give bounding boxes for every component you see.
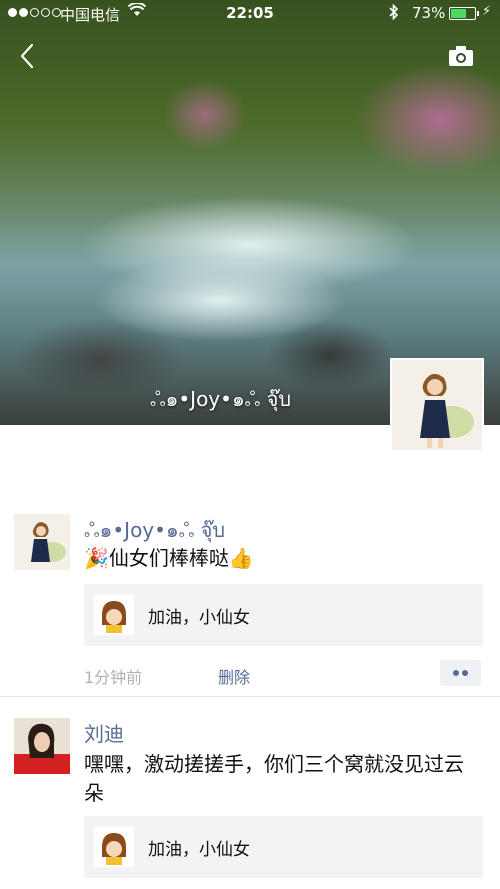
charging-icon: ⚡: [482, 4, 492, 19]
post-timestamp: 1分钟前: [84, 668, 143, 687]
post-author[interactable]: 刘迪: [84, 718, 124, 747]
battery-percent: 73%: [412, 4, 446, 22]
dot-icon: [462, 670, 468, 676]
more-options-button[interactable]: [440, 660, 481, 686]
post-author[interactable]: ஃ๑•Joy•๑ஃ จุ๊บ: [84, 514, 225, 546]
divider: [0, 696, 500, 697]
back-button[interactable]: [14, 40, 42, 72]
girl-illustration-avatar: [14, 514, 70, 570]
cartoon-girl-icon: [94, 827, 134, 867]
comment-thumbnail: [94, 595, 134, 635]
battery-icon: [449, 7, 479, 20]
avatar[interactable]: [14, 718, 70, 774]
camera-icon: [449, 46, 473, 66]
delete-link[interactable]: 删除: [218, 664, 250, 688]
post-attachment[interactable]: 加油，小仙女: [84, 816, 483, 878]
girl-illustration-avatar: [392, 360, 482, 450]
post-text: 🎉仙女们棒棒哒👍: [84, 546, 254, 570]
woman-photo-avatar: [14, 718, 70, 774]
camera-button[interactable]: [447, 44, 475, 68]
status-bar: 中国电信 22:05 73% ⚡: [0, 0, 500, 28]
avatar[interactable]: [14, 514, 70, 570]
comment-thumbnail: [94, 827, 134, 867]
bluetooth-icon: [388, 3, 399, 24]
attachment-text: 加油，小仙女: [148, 608, 250, 628]
post-attachment[interactable]: 加油，小仙女: [84, 584, 483, 646]
post-text: 嘿嘿，激动搓搓手，你们三个窝就没见过云朵: [84, 752, 464, 805]
profile-avatar[interactable]: [390, 358, 484, 452]
attachment-text: 加油，小仙女: [148, 840, 250, 860]
profile-name: ஃ๑•Joy•๑ஃ จุ๊บ: [150, 387, 292, 411]
chevron-left-icon: [20, 43, 34, 69]
dot-icon: [453, 670, 459, 676]
cartoon-girl-icon: [94, 595, 134, 635]
